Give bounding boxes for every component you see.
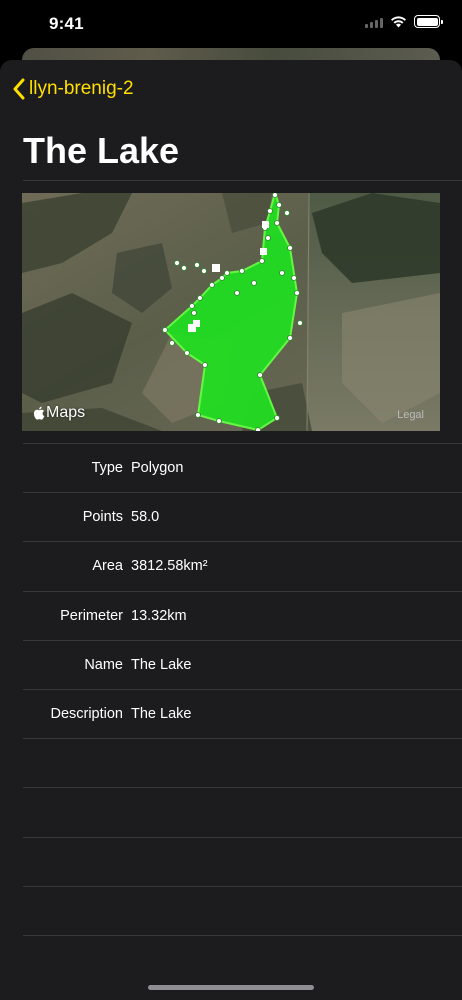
- detail-value: 13.32km: [131, 607, 187, 624]
- detail-value: 3812.58km²: [131, 558, 208, 575]
- page-title: The Lake: [23, 130, 180, 171]
- divider: [23, 180, 462, 181]
- detail-row-name: Name The Lake: [23, 639, 462, 689]
- back-button[interactable]: llyn-brenig-2: [12, 78, 134, 100]
- detail-key: Type: [91, 460, 123, 476]
- status-bar: 9:41: [0, 0, 462, 50]
- legal-link[interactable]: Legal: [397, 409, 424, 421]
- satellite-map: [22, 193, 440, 431]
- maps-logo: Maps: [33, 404, 85, 422]
- detail-row-area: Area 3812.58km²: [23, 541, 462, 590]
- detail-key: Description: [50, 705, 123, 722]
- cellular-signal-icon: [365, 16, 383, 28]
- empty-row: [23, 787, 462, 836]
- detail-row-perimeter: Perimeter 13.32km: [23, 590, 462, 640]
- empty-row: [23, 738, 462, 787]
- detail-key: Perimeter: [60, 607, 123, 624]
- detail-value: 58.0: [131, 509, 160, 526]
- details-table: Type Polygon Points 58.0 Area 3812.58km²…: [0, 443, 462, 984]
- detail-key: Name: [84, 656, 123, 673]
- empty-row: [23, 934, 462, 984]
- maps-logo-text: Maps: [46, 404, 86, 421]
- detail-key: Area: [92, 558, 123, 575]
- detail-value: The Lake: [131, 656, 192, 673]
- status-time: 9:41: [49, 14, 84, 33]
- detail-row-description: Description The Lake: [23, 688, 462, 738]
- detail-row-points: Points 58.0: [23, 492, 462, 541]
- map-view[interactable]: Maps Legal: [22, 193, 440, 431]
- back-button-label: llyn-brenig-2: [29, 78, 134, 99]
- home-indicator[interactable]: [148, 985, 314, 990]
- wifi-icon: [391, 16, 406, 28]
- battery-icon: [414, 15, 443, 28]
- empty-row: [23, 885, 462, 935]
- detail-value: The Lake: [131, 705, 192, 722]
- apple-logo-icon: [33, 406, 45, 420]
- empty-row: [23, 836, 462, 886]
- chevron-left-icon: [13, 78, 25, 100]
- detail-key: Points: [82, 509, 123, 526]
- status-icons: [365, 15, 443, 28]
- detail-sheet: llyn-brenig-2 The Lake Maps Legal Type P…: [0, 60, 462, 1000]
- detail-row-type: Type Polygon: [23, 443, 462, 492]
- detail-value: Polygon: [131, 460, 184, 476]
